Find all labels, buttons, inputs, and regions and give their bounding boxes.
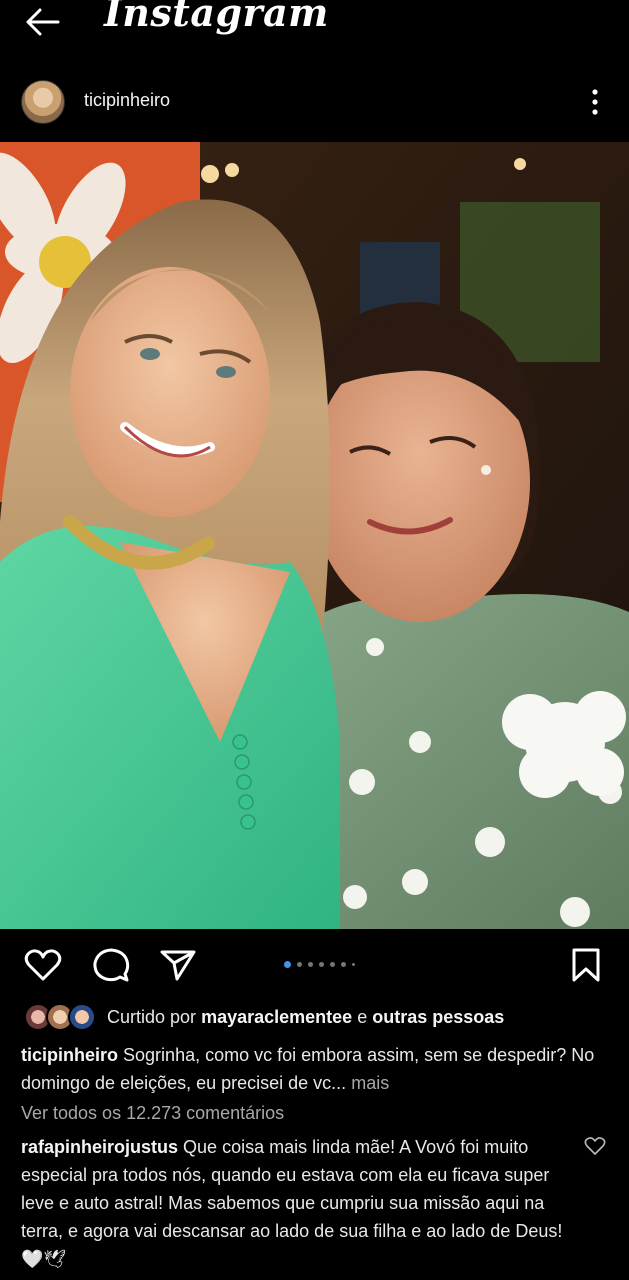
- top-comment: rafapinheirojustus Que coisa mais linda …: [21, 1133, 576, 1273]
- avatar[interactable]: [21, 80, 65, 124]
- liker-avatar: [68, 1003, 96, 1031]
- carousel-dot: [284, 960, 291, 968]
- liked-by[interactable]: Curtido por mayaraclementee e outras pes…: [0, 1001, 629, 1035]
- comment-icon: [93, 948, 130, 982]
- like-button[interactable]: [24, 948, 62, 987]
- caption-username[interactable]: ticipinheiro: [21, 1045, 118, 1065]
- other-likers[interactable]: outras pessoas: [372, 1007, 504, 1027]
- send-icon: [160, 950, 196, 981]
- comment-username[interactable]: rafapinheirojustus: [21, 1137, 178, 1157]
- carousel-dot: [341, 961, 346, 967]
- comment-like-button[interactable]: [584, 1136, 606, 1156]
- more-options-button[interactable]: [582, 86, 608, 118]
- photo-illustration: [0, 142, 629, 929]
- share-button[interactable]: [160, 949, 196, 986]
- comment-button[interactable]: [92, 947, 130, 988]
- post-header: ticipinheiro: [0, 62, 629, 142]
- post-photo[interactable]: [0, 142, 629, 929]
- liked-by-text: Curtido por mayaraclementee e outras pes…: [107, 1007, 505, 1027]
- top-bar: Instagram: [0, 0, 629, 62]
- back-button[interactable]: [20, 6, 64, 38]
- carousel-dot: [352, 962, 355, 966]
- instagram-logo: Instagram: [104, 0, 329, 35]
- arrow-left-icon: [26, 8, 60, 36]
- post-username[interactable]: ticipinheiro: [84, 90, 170, 111]
- heart-icon: [24, 949, 62, 981]
- heart-icon: [584, 1137, 606, 1155]
- post-caption: ticipinheiro Sogrinha, como vc foi embor…: [21, 1041, 611, 1097]
- carousel-dot: [330, 961, 335, 967]
- save-button[interactable]: [570, 947, 602, 988]
- more-vertical-icon: [592, 89, 598, 115]
- carousel-dot: [308, 961, 313, 967]
- view-all-comments-link[interactable]: Ver todos os 12.273 comentários: [21, 1103, 284, 1124]
- carousel-dot: [319, 961, 324, 967]
- liker-username[interactable]: mayaraclementee: [201, 1007, 352, 1027]
- caption-more-link[interactable]: mais: [351, 1073, 389, 1093]
- carousel-dot: [297, 961, 302, 967]
- carousel-indicator: [284, 960, 355, 968]
- bookmark-icon: [572, 948, 600, 982]
- post-actions: [0, 929, 629, 1001]
